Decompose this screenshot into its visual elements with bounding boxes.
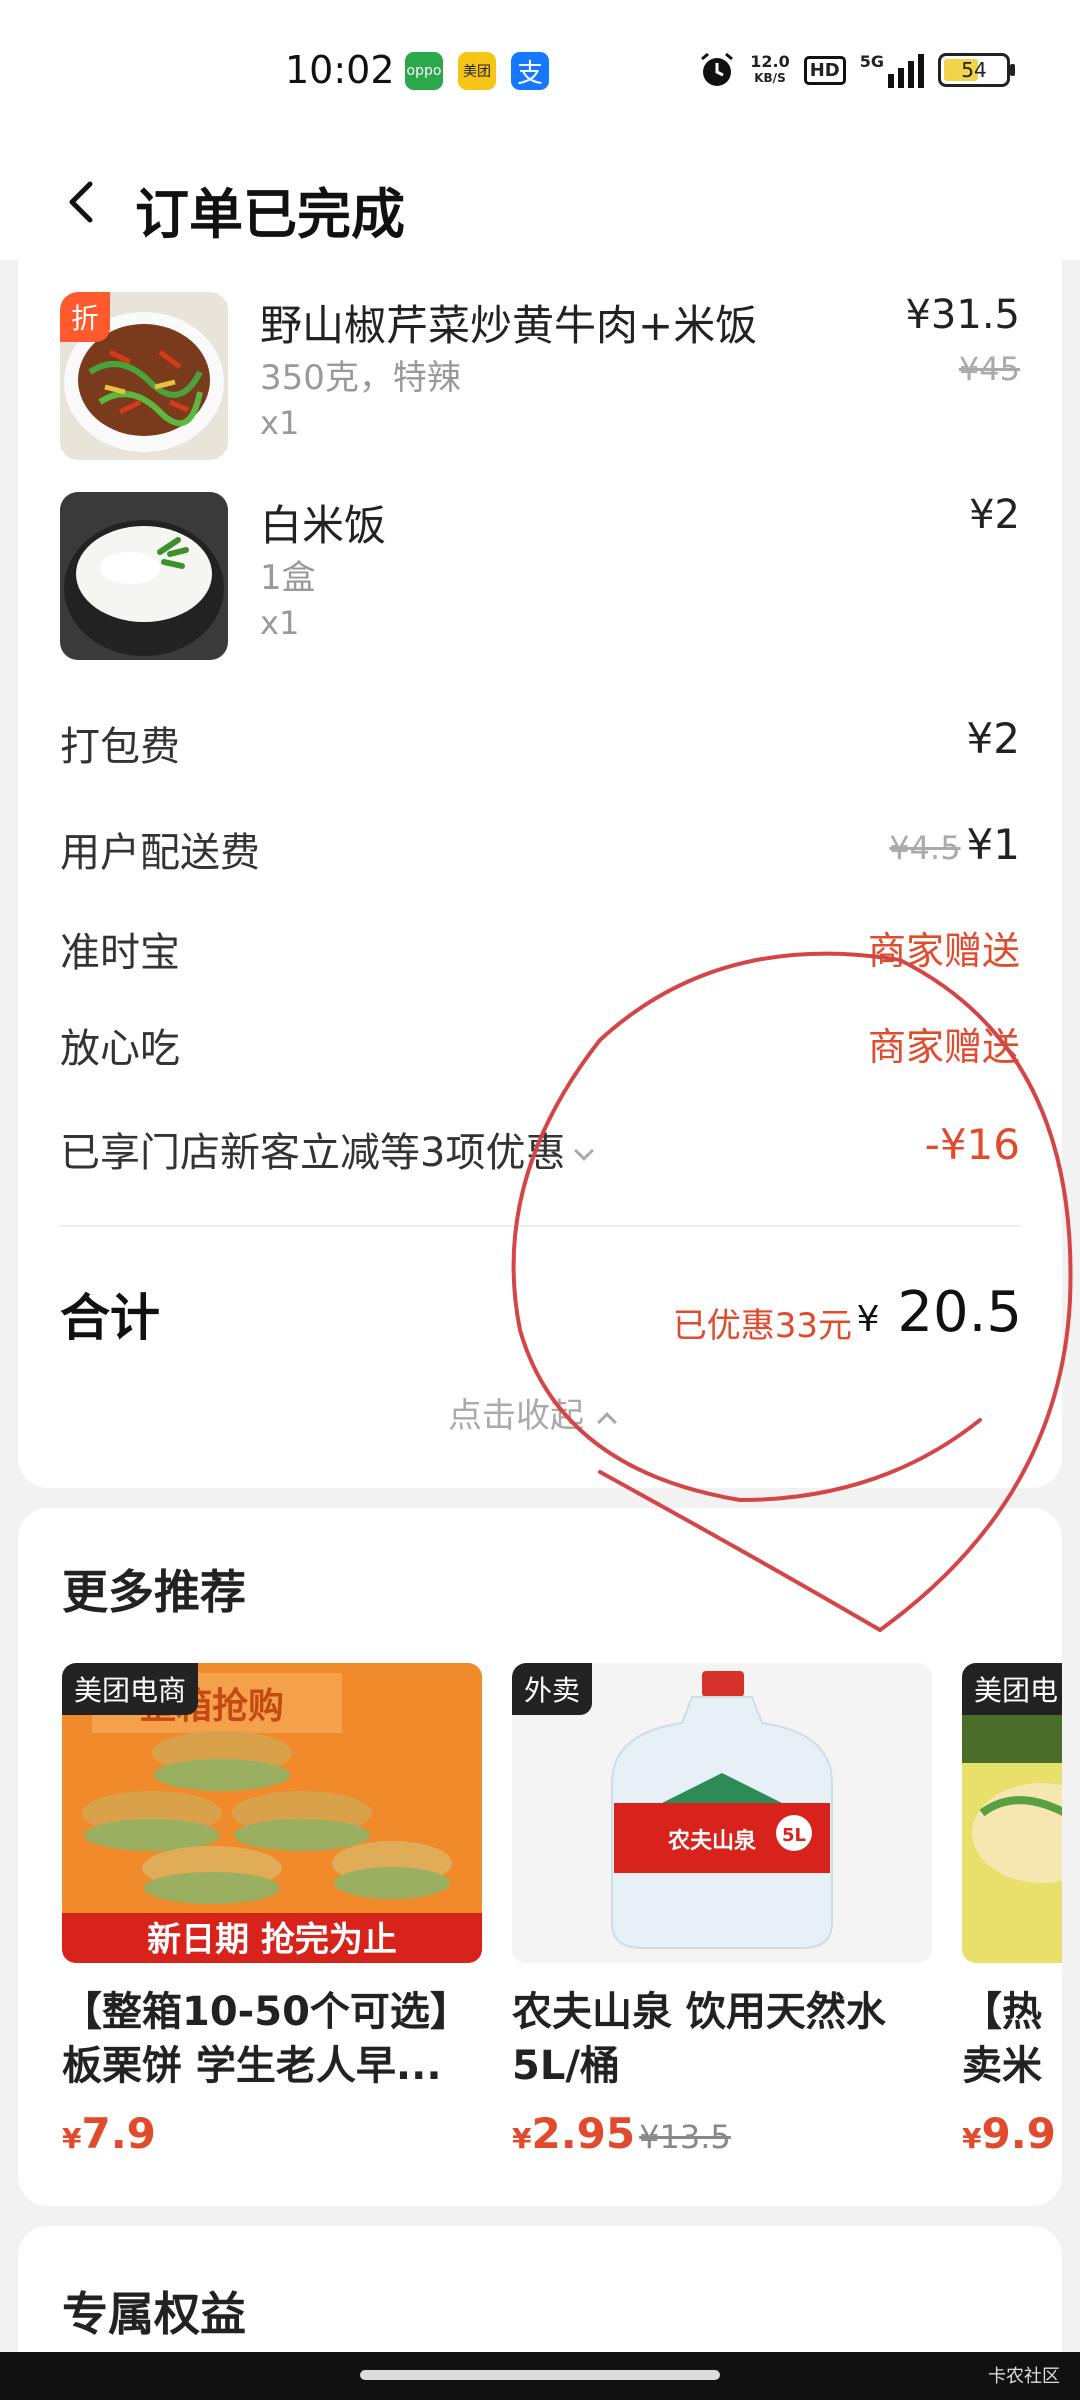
status-indicators: 12.0 KB/S HD 5G 54 [698,48,1015,92]
chevron-up-icon [597,1412,617,1432]
home-gesture-handle[interactable] [360,2370,720,2380]
product-name: 农夫山泉 饮用天然水5L/桶 [512,1989,886,2089]
delivery-original-price: ¥4.5 [889,829,961,867]
alarm-icon [701,52,734,86]
item-spec: 1盒 [260,558,316,598]
delivery-fee-row: 用户配送费 ¥4.5 ¥1 [60,820,1020,880]
item-quantity: x1 [260,404,300,442]
total-label: 合计 [60,1289,160,1347]
item-original-price: ¥45 [958,350,1020,388]
item-name: 白米饭 [260,501,387,550]
discount-row[interactable]: 已享门店新客立减等3项优惠 -¥16 [60,1120,1020,1180]
ontime-guarantee-row: 准时宝 商家赠送 [60,920,1020,980]
product-tag: 美团电 [962,1663,1062,1715]
product-card[interactable]: 美团电 【热卖米线吖 ¥9.9 [962,1663,1062,2158]
discount-label[interactable]: 已享门店新客立减等3项优惠 [60,1120,595,1178]
product-image-water: 农夫山泉 5L 外卖 [512,1663,932,1963]
oppo-app-icon: oppo [405,52,443,90]
order-item[interactable]: 白米饭 1盒 x1 ¥2 [60,492,1020,662]
item-price: ¥2 [969,492,1020,538]
delivery-fee-label: 用户配送费 [60,830,260,876]
battery-icon: 54 [938,53,1015,87]
total-amount: ¥ 20.5 [856,1280,1022,1345]
discount-value: -¥16 [924,1120,1020,1169]
product-card[interactable]: 整箱抢购 新日期 抢完为止 美团电商 【整箱10-50个可选】板栗饼 学生老人早… [62,1663,482,2158]
chevron-down-icon [574,1141,595,1161]
product-image-cookies: 整箱抢购 新日期 抢完为止 美团电商 [62,1663,482,1963]
recommendations-card: 更多推荐 整箱抢购 新日期 抢完为止 美团电商 【整箱10-50个可选】板栗饼 … [18,1508,1062,2206]
item-price: ¥31.5 [905,292,1020,338]
item-name: 野山椒芹菜炒黄牛肉+米饭 [260,301,758,350]
hd-icon: HD [803,55,846,85]
product-price: ¥2.95 ¥13.5 [512,2109,731,2158]
product-tag: 外卖 [512,1663,593,1715]
meituan-app-icon: 美团 [458,52,496,90]
safe-eating-label: 放心吃 [60,1026,180,1072]
order-detail-card: 折 野山椒芹菜炒黄牛肉+米饭 350克，特辣 x1 ¥31.5 ¥45 白米饭 … [18,240,1062,1488]
safe-eating-value: 商家赠送 [867,1025,1020,1069]
product-price: ¥9.9 [962,2109,1056,2158]
bottle-label-text: 农夫山泉 [667,1828,757,1854]
signal-icon: 5G [860,52,924,88]
back-arrow-icon[interactable] [58,178,106,226]
banner-bottom-text: 新日期 抢完为止 [147,1920,397,1960]
product-tag: 美团电商 [62,1663,199,1715]
exclusive-rights-title: 专属权益 [62,2287,246,2341]
collapse-button[interactable]: 点击收起 [448,1388,617,1437]
bottle-size-text: 5L [782,1825,806,1846]
net-speed: 12.0 KB/S [750,52,790,85]
product-image-noodles: 美团电 [962,1663,1062,1963]
watermark: 卡农社区 [988,2366,1060,2387]
divider [60,1225,1020,1227]
ontime-guarantee-value: 商家赠送 [867,929,1020,973]
navigation-bar: 卡农社区 [0,2352,1080,2400]
product-price: ¥7.9 [62,2109,156,2158]
packing-fee-label: 打包费 [60,724,180,770]
alipay-app-icon: 支 [511,52,549,90]
product-name: 【热卖米线吖 [962,1989,1042,2089]
product-name: 【整箱10-50个可选】板栗饼 学生老人早... [62,1989,470,2089]
packing-fee-row: 打包费 ¥2 [60,714,1020,774]
ontime-guarantee-label: 准时宝 [60,930,180,976]
safe-eating-row: 放心吃 商家赠送 [60,1016,1020,1076]
status-bar: 10:02 oppo 美团 支 12.0 KB/S HD 5G 54 [0,0,1080,140]
item-spec: 350克，特辣 [260,358,461,398]
discount-badge: 折 [60,292,110,342]
saved-amount: 已优惠33元 [672,1306,852,1346]
delivery-fee-value: ¥4.5 ¥1 [889,820,1020,869]
dish-image-beef: 折 [60,292,228,460]
recommendations-title: 更多推荐 [62,1565,246,1619]
order-item[interactable]: 折 野山椒芹菜炒黄牛肉+米饭 350克，特辣 x1 ¥31.5 ¥45 [60,292,1020,462]
page-title: 订单已完成 [135,183,405,246]
packing-fee-value: ¥2 [966,714,1020,763]
dish-image-rice [60,492,228,660]
item-quantity: x1 [260,604,300,642]
status-time: 10:02 [285,48,395,92]
product-card[interactable]: 农夫山泉 5L 外卖 农夫山泉 饮用天然水5L/桶 ¥2.95 ¥13.5 [512,1663,932,2158]
